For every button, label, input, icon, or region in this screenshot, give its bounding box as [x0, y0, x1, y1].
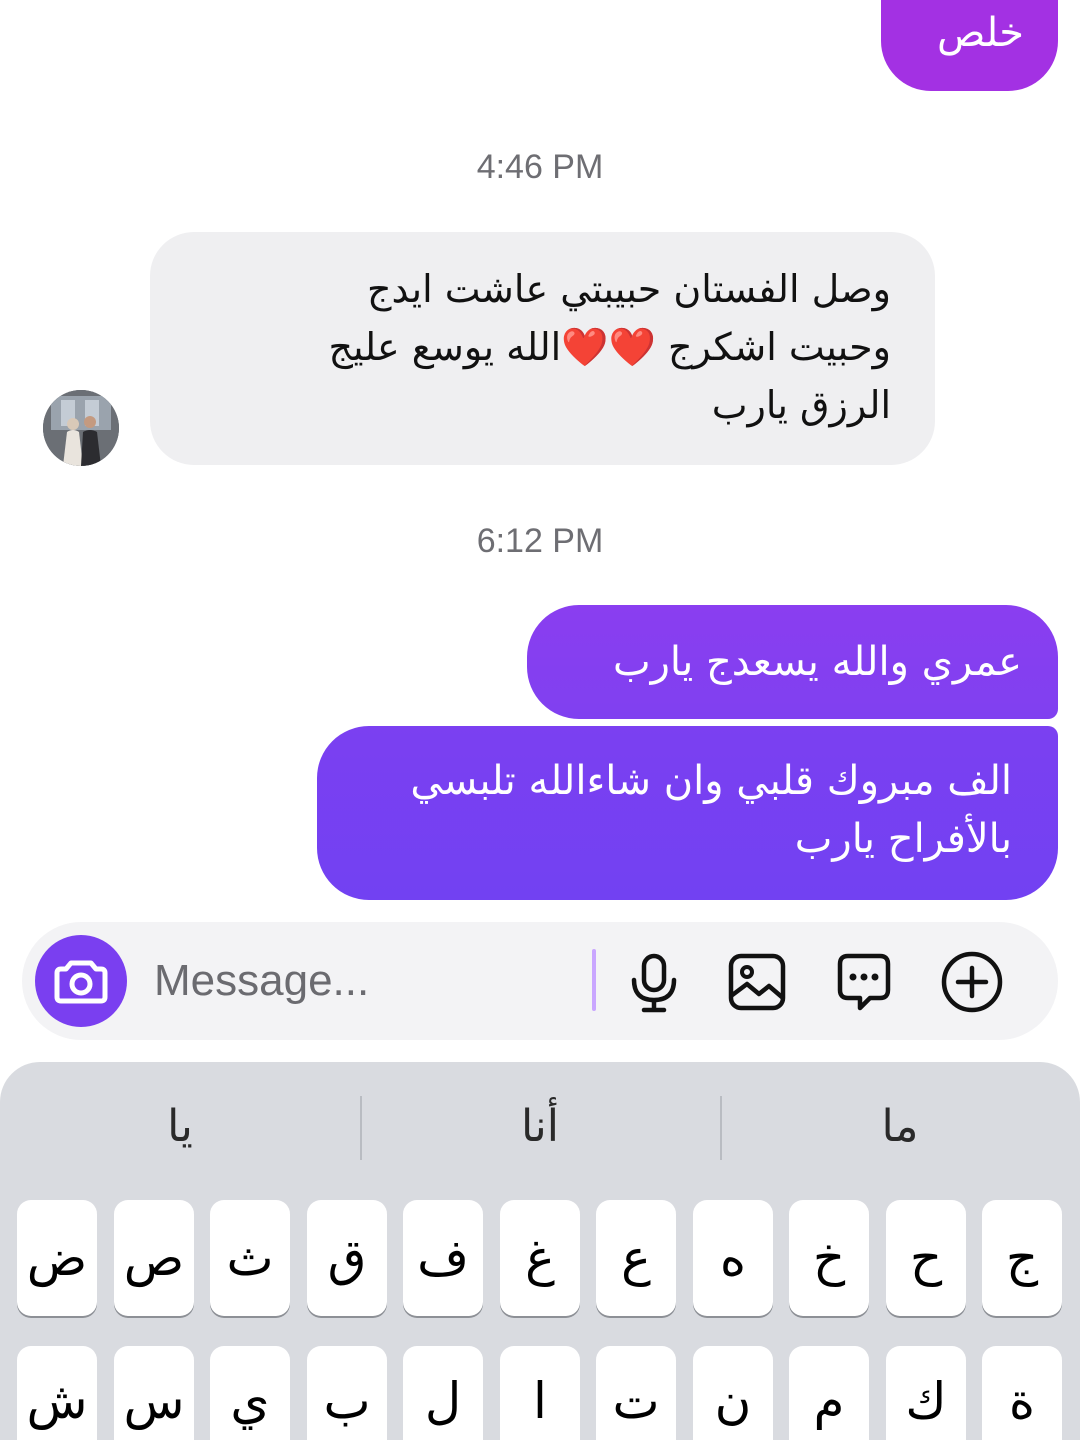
key[interactable]: غ	[500, 1200, 580, 1316]
sent-message-bubble[interactable]: خلص	[881, 0, 1058, 91]
message-line: وصل الفستان حبيبتي عاشت ايدج	[367, 267, 891, 311]
sent-message-bubble[interactable]: الف مبروك قلبي وان شاءالله تلبسي بالأفرا…	[317, 726, 1058, 900]
key[interactable]: ه	[693, 1200, 773, 1316]
key[interactable]: ص	[114, 1200, 194, 1316]
gallery-icon[interactable]	[725, 950, 789, 1014]
camera-icon	[54, 960, 108, 1004]
sticker-icon[interactable]	[832, 950, 896, 1014]
key[interactable]: ف	[403, 1200, 483, 1316]
suggestion-word[interactable]: يا	[0, 1092, 360, 1162]
camera-button[interactable]	[35, 935, 127, 1027]
message-composer	[22, 922, 1058, 1040]
suggestion-word[interactable]: أنا	[360, 1092, 720, 1162]
message-line: وحبيت اشكرج ❤️❤️الله يوسع عليج	[328, 325, 891, 369]
key[interactable]: ض	[17, 1200, 97, 1316]
suggestion-word[interactable]: ما	[720, 1092, 1080, 1162]
add-icon[interactable]	[940, 950, 1004, 1014]
message-timestamp: 4:46 PM	[476, 148, 604, 186]
message-timestamp: 6:12 PM	[476, 522, 604, 560]
received-message-bubble[interactable]: وصل الفستان حبيبتي عاشت ايدج وحبيت اشكرج…	[150, 232, 935, 465]
message-line: بالأفراح يارب	[794, 816, 1012, 862]
sent-message-bubble[interactable]: عمري والله يسعدج يارب	[527, 605, 1058, 719]
message-line: الرزق يارب	[711, 383, 891, 427]
key[interactable]: ح	[886, 1200, 966, 1316]
key[interactable]: ع	[596, 1200, 676, 1316]
message-input[interactable]	[152, 950, 586, 1012]
message-text: خلص	[937, 10, 1024, 56]
message-line: الف مبروك قلبي وان شاءالله تلبسي	[410, 758, 1012, 804]
keyboard: يا أنا ما ض ص ث ق ف غ ع ه خ ح ج ش س ي ب …	[0, 1062, 1080, 1456]
key[interactable]: ث	[210, 1200, 290, 1316]
text-caret	[592, 949, 596, 1011]
key[interactable]: ق	[307, 1200, 387, 1316]
key[interactable]: ج	[982, 1200, 1062, 1316]
sender-avatar[interactable]	[43, 390, 119, 466]
microphone-icon[interactable]	[622, 950, 686, 1014]
key[interactable]: خ	[789, 1200, 869, 1316]
message-text: عمري والله يسعدج يارب	[612, 639, 1022, 685]
